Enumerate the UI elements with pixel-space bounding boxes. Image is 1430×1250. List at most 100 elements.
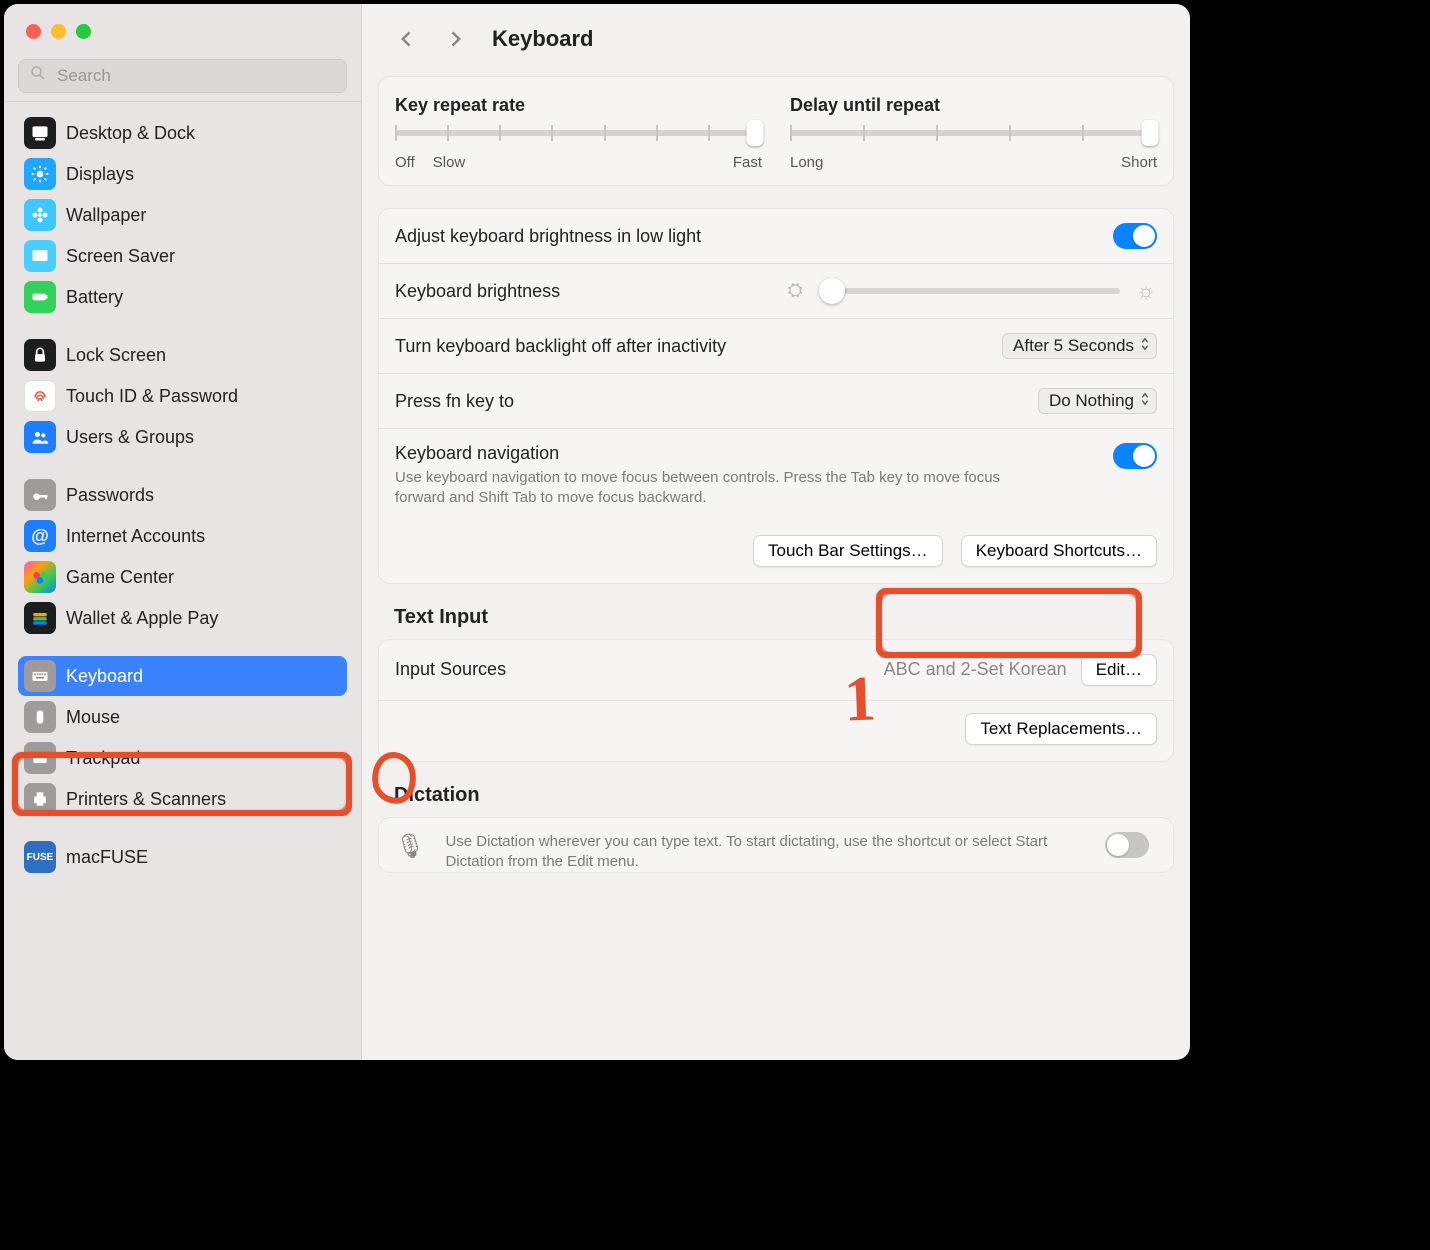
chevron-updown-icon <box>1140 336 1150 356</box>
search-icon <box>29 64 47 88</box>
flower-icon <box>24 199 56 231</box>
key-repeat-off-label: Off <box>395 154 415 171</box>
close-window-button[interactable] <box>26 24 41 39</box>
sidebar-item-label: Trackpad <box>66 748 140 769</box>
brightness-slider[interactable] <box>820 288 1120 294</box>
content-pane: Keyboard Key repeat rate Off <box>362 4 1190 1060</box>
delay-short-label: Short <box>1121 154 1157 171</box>
repeat-card: Key repeat rate Off Slow Fast <box>378 76 1174 186</box>
lock-icon <box>24 339 56 371</box>
delay-long-label: Long <box>790 154 823 171</box>
sidebar-item-label: Passwords <box>66 485 154 506</box>
dictation-card: 🎙︎ Use Dictation wherever you can type t… <box>378 817 1174 874</box>
backlight-label: Turn keyboard backlight off after inacti… <box>395 336 726 357</box>
sidebar-item-label: macFUSE <box>66 847 148 868</box>
at-icon: @ <box>24 520 56 552</box>
fn-value: Do Nothing <box>1049 391 1134 411</box>
sidebar-item-label: Wallet & Apple Pay <box>66 608 218 629</box>
search-input[interactable] <box>55 65 336 87</box>
nav-description: Use keyboard navigation to move focus be… <box>395 468 1035 509</box>
lowlight-label: Adjust keyboard brightness in low light <box>395 226 701 247</box>
fn-select[interactable]: Do Nothing <box>1038 388 1157 414</box>
back-button[interactable] <box>392 24 422 54</box>
sidebar-item-trackpad[interactable]: Trackpad <box>18 738 347 778</box>
input-sources-label: Input Sources <box>395 659 506 680</box>
sidebar-item-label: Game Center <box>66 567 174 588</box>
gamecenter-icon <box>24 561 56 593</box>
settings-window: Desktop & Dock Displays Wallpaper Screen Sa… <box>4 4 1190 1060</box>
sidebar-item-desktop-dock[interactable]: Desktop & Dock <box>18 113 347 153</box>
window-controls <box>4 4 361 39</box>
sidebar-item-label: Displays <box>66 164 134 185</box>
chevron-updown-icon <box>1140 391 1150 411</box>
brightness-low-icon: ⛭ <box>788 280 804 302</box>
sidebar-item-label: Screen Saver <box>66 246 175 267</box>
sidebar-item-printers-scanners[interactable]: Printers & Scanners <box>18 779 347 819</box>
nav-label: Keyboard navigation <box>395 443 1035 464</box>
key-repeat-slider[interactable] <box>395 130 762 136</box>
sidebar-item-touch-id-password[interactable]: Touch ID & Password <box>18 376 347 416</box>
sidebar-item-battery[interactable]: Battery <box>18 277 347 317</box>
fn-label: Press fn key to <box>395 391 514 412</box>
wallet-icon <box>24 602 56 634</box>
delay-repeat-slider[interactable] <box>790 130 1157 136</box>
sidebar-item-label: Mouse <box>66 707 120 728</box>
sidebar-item-game-center[interactable]: Game Center <box>18 557 347 597</box>
dock-icon <box>24 117 56 149</box>
minimize-window-button[interactable] <box>51 24 66 39</box>
screensaver-icon <box>24 240 56 272</box>
microphone-icon: 🎙︎ <box>395 832 425 861</box>
sidebar-item-wallet-apple-pay[interactable]: Wallet & Apple Pay <box>18 598 347 638</box>
sidebar-item-users-groups[interactable]: Users & Groups <box>18 417 347 457</box>
sidebar-item-lock-screen[interactable]: Lock Screen <box>18 335 347 375</box>
nav-toggle[interactable] <box>1113 443 1157 469</box>
sidebar-item-label: Desktop & Dock <box>66 123 195 144</box>
brightness-high-icon: ☼ <box>1136 278 1157 304</box>
input-sources-value: ABC and 2-Set Korean <box>884 659 1067 680</box>
brightness-label: Keyboard brightness <box>395 281 560 302</box>
text-input-heading: Text Input <box>378 606 1174 639</box>
sidebar: Desktop & Dock Displays Wallpaper Screen Sa… <box>4 4 362 1060</box>
sidebar-item-label: Printers & Scanners <box>66 789 226 810</box>
title-bar: Keyboard <box>362 4 1190 76</box>
key-repeat-slow-label: Slow <box>433 154 466 171</box>
sidebar-item-mouse[interactable]: Mouse <box>18 697 347 737</box>
sidebar-item-keyboard[interactable]: Keyboard <box>18 656 347 696</box>
sidebar-item-screen-saver[interactable]: Screen Saver <box>18 236 347 276</box>
mouse-icon <box>24 701 56 733</box>
touch-bar-settings-button[interactable]: Touch Bar Settings… <box>753 535 943 567</box>
text-replacements-button[interactable]: Text Replacements… <box>965 713 1157 745</box>
backlight-value: After 5 Seconds <box>1013 336 1134 356</box>
battery-icon <box>24 281 56 313</box>
page-title: Keyboard <box>492 26 593 52</box>
forward-button[interactable] <box>440 24 470 54</box>
sidebar-item-macfuse[interactable]: FUSE macFUSE <box>18 837 347 877</box>
zoom-window-button[interactable] <box>76 24 91 39</box>
sidebar-item-label: Lock Screen <box>66 345 166 366</box>
input-sources-edit-button[interactable]: Edit… <box>1081 654 1157 686</box>
sidebar-item-internet-accounts[interactable]: @ Internet Accounts <box>18 516 347 556</box>
text-input-card: Input Sources ABC and 2-Set Korean Edit…… <box>378 639 1174 762</box>
sidebar-item-label: Internet Accounts <box>66 526 205 547</box>
delay-repeat-label: Delay until repeat <box>790 95 1157 116</box>
users-icon <box>24 421 56 453</box>
fingerprint-icon <box>24 380 56 412</box>
trackpad-icon <box>24 742 56 774</box>
sidebar-item-wallpaper[interactable]: Wallpaper <box>18 195 347 235</box>
sidebar-item-label: Keyboard <box>66 666 143 687</box>
keyboard-options-card: Adjust keyboard brightness in low light … <box>378 208 1174 584</box>
backlight-select[interactable]: After 5 Seconds <box>1002 333 1157 359</box>
keyboard-shortcuts-button[interactable]: Keyboard Shortcuts… <box>961 535 1157 567</box>
printer-icon <box>24 783 56 815</box>
sun-icon <box>24 158 56 190</box>
sidebar-item-passwords[interactable]: Passwords <box>18 475 347 515</box>
fuse-icon: FUSE <box>24 841 56 873</box>
lowlight-toggle[interactable] <box>1113 223 1157 249</box>
dictation-toggle[interactable] <box>1105 832 1149 858</box>
sidebar-item-label: Users & Groups <box>66 427 194 448</box>
sidebar-item-displays[interactable]: Displays <box>18 154 347 194</box>
search-field[interactable] <box>18 59 347 93</box>
key-repeat-label: Key repeat rate <box>395 95 762 116</box>
sidebar-item-label: Touch ID & Password <box>66 386 238 407</box>
key-icon <box>24 479 56 511</box>
